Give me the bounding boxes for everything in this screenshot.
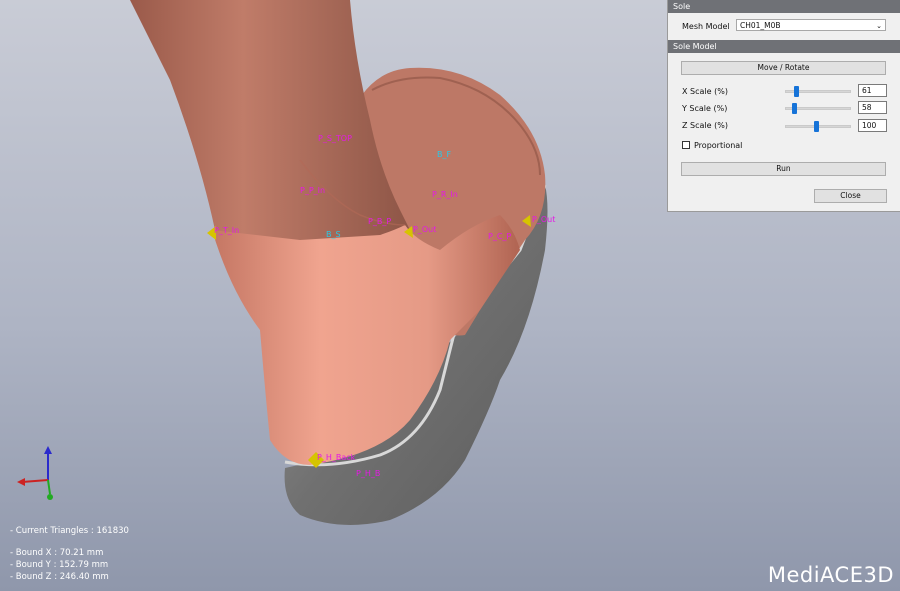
marker-p-out bbox=[522, 215, 531, 227]
stat-bound-y: - Bound Y : 152.79 mm bbox=[10, 560, 109, 570]
axis-gizmo-icon bbox=[17, 446, 53, 500]
label-p-out-inner: P_Out bbox=[413, 225, 437, 234]
label-p-h-back: P_H_Back bbox=[317, 453, 356, 462]
z-scale-thumb[interactable] bbox=[814, 121, 819, 132]
sole-panel: Sole Mesh Model CH01_M0B ⌄ Sole Model Mo… bbox=[667, 0, 900, 212]
label-p-b-p: P_B_P bbox=[368, 217, 392, 226]
y-scale-input[interactable]: 58 bbox=[858, 101, 887, 114]
proportional-checkbox[interactable] bbox=[682, 141, 690, 149]
x-scale-thumb[interactable] bbox=[794, 86, 799, 97]
x-scale-label: X Scale (%) bbox=[682, 87, 728, 96]
x-scale-input[interactable]: 61 bbox=[858, 84, 887, 97]
z-scale-slider[interactable] bbox=[785, 121, 851, 132]
label-p-h-b: P_H_B bbox=[356, 469, 381, 478]
label-p-p-in: P_P_In bbox=[300, 186, 326, 195]
close-button[interactable]: Close bbox=[814, 189, 887, 203]
z-scale-label: Z Scale (%) bbox=[682, 121, 728, 130]
label-p-t-in: P_T_In bbox=[214, 226, 240, 235]
section-title: Sole Model bbox=[668, 40, 900, 53]
z-scale-input[interactable]: 100 bbox=[858, 119, 887, 132]
y-scale-thumb[interactable] bbox=[792, 103, 797, 114]
y-scale-slider[interactable] bbox=[785, 103, 851, 114]
chevron-down-icon: ⌄ bbox=[876, 22, 882, 30]
y-scale-label: Y Scale (%) bbox=[682, 104, 728, 113]
mesh-model-select[interactable]: CH01_M0B ⌄ bbox=[736, 19, 886, 31]
stat-bound-x: - Bound X : 70.21 mm bbox=[10, 548, 104, 558]
label-b-s: B_S bbox=[326, 230, 341, 239]
label-p-out: P_Out bbox=[532, 215, 556, 224]
move-rotate-button[interactable]: Move / Rotate bbox=[681, 61, 886, 75]
stat-triangles: - Current Triangles : 161830 bbox=[10, 526, 129, 536]
marker-p-b-p bbox=[404, 226, 413, 238]
stat-bound-z: - Bound Z : 246.40 mm bbox=[10, 572, 109, 582]
proportional-label: Proportional bbox=[694, 141, 743, 150]
label-p-s-top: P_S_TOP bbox=[318, 134, 352, 143]
mesh-model-value: CH01_M0B bbox=[740, 21, 781, 30]
panel-title: Sole bbox=[668, 0, 900, 13]
x-scale-slider[interactable] bbox=[785, 86, 851, 97]
mediace3d-logo: MediACE3D bbox=[767, 563, 894, 587]
label-p-r-in: P_R_In bbox=[432, 190, 458, 199]
mesh-model-label: Mesh Model bbox=[682, 22, 730, 31]
label-b-f: B_F bbox=[437, 150, 452, 159]
label-p-c-p: P_C_P bbox=[488, 232, 512, 241]
run-button[interactable]: Run bbox=[681, 162, 886, 176]
